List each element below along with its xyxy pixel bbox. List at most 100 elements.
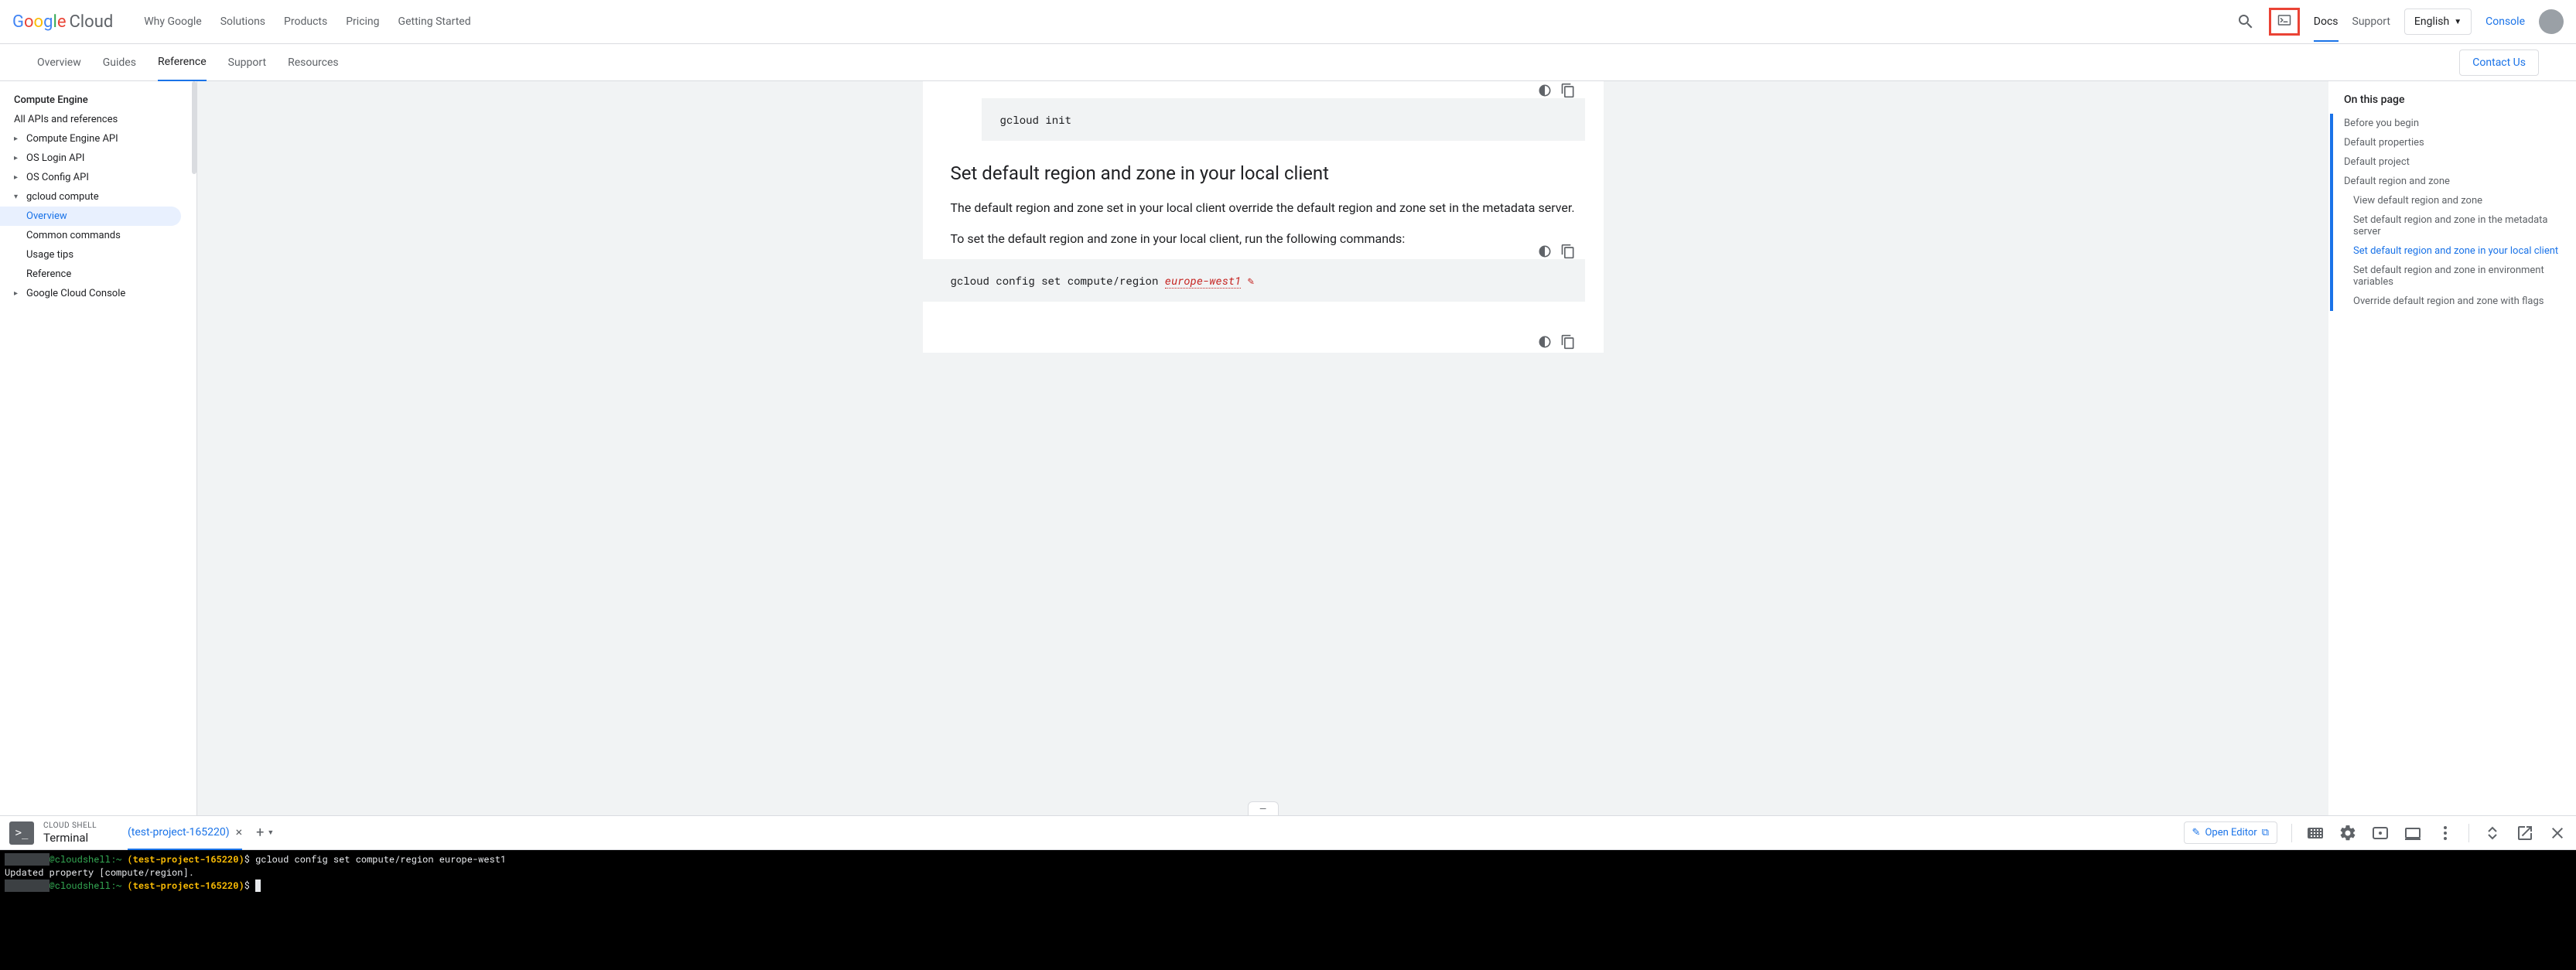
console-link[interactable]: Console <box>2485 15 2525 28</box>
toc-title: On this page <box>2344 94 2561 106</box>
sidebar-os-login-api[interactable]: ▸OS Login API <box>0 149 196 168</box>
sidebar-usage-tips[interactable]: Usage tips <box>0 245 196 265</box>
theme-toggle-icon[interactable] <box>1537 244 1553 259</box>
devices-icon[interactable] <box>2403 824 2422 842</box>
code-text: gcloud init <box>1000 112 1071 127</box>
sidebar-overview[interactable]: Overview <box>0 207 181 226</box>
toc-item[interactable]: Default region and zone <box>2330 172 2561 191</box>
toc-item[interactable]: Before you begin <box>2330 114 2561 133</box>
content-wrap[interactable]: gcloud init Set default region and zone … <box>197 81 2328 815</box>
top-header: Google Cloud Why Google Solutions Produc… <box>0 0 2576 44</box>
section-heading: Set default region and zone in your loca… <box>951 162 1585 184</box>
cloud-shell-title: Terminal <box>43 831 97 845</box>
cloud-shell-panel: >_ CLOUD SHELL Terminal (test-project-16… <box>0 815 2576 970</box>
subnav-reference[interactable]: Reference <box>158 44 207 81</box>
edit-icon[interactable]: ✎ <box>1248 273 1254 288</box>
terminal-output[interactable]: @cloudshell:~ (test-project-165220)$ gcl… <box>0 850 2576 970</box>
caret-down-icon: ▾ <box>14 193 23 201</box>
cloud-shell-toggle-icon[interactable] <box>2269 8 2300 36</box>
paragraph-1: The default region and zone set in your … <box>951 198 1585 218</box>
web-preview-icon[interactable] <box>2371 824 2390 842</box>
sidebar-reference[interactable]: Reference <box>0 265 196 284</box>
open-new-window-icon[interactable] <box>2516 824 2534 842</box>
avatar[interactable] <box>2539 9 2564 34</box>
toc-item[interactable]: View default region and zone <box>2330 191 2561 210</box>
nav-getting-started[interactable]: Getting Started <box>398 15 471 28</box>
add-tab-button[interactable]: + ▼ <box>256 825 274 841</box>
logo-cloud-text: Cloud <box>69 12 113 32</box>
terminal-icon: >_ <box>9 821 34 845</box>
toc-item[interactable]: Set default region and zone in the metad… <box>2330 210 2561 241</box>
code-block-set-region: gcloud config set compute/region europe-… <box>923 259 1585 302</box>
sub-nav: Overview Guides Reference Support Resour… <box>0 44 2576 81</box>
caret-right-icon: ▸ <box>14 154 23 162</box>
article-content: gcloud init Set default region and zone … <box>923 81 1604 353</box>
minimize-icon[interactable] <box>2483 824 2502 842</box>
toc-item[interactable]: Set default region and zone in environme… <box>2330 261 2561 292</box>
separator <box>2291 824 2292 842</box>
code-prefix: gcloud config set compute/region <box>951 273 1165 288</box>
contact-us-button[interactable]: Contact Us <box>2459 50 2539 76</box>
nav-why-google[interactable]: Why Google <box>144 15 201 28</box>
top-nav: Why Google Solutions Products Pricing Ge… <box>144 15 470 28</box>
sidebar-left[interactable]: Compute Engine All APIs and references ▸… <box>0 81 197 815</box>
subnav-resources[interactable]: Resources <box>288 44 339 81</box>
google-cloud-logo[interactable]: Google Cloud <box>12 12 113 32</box>
theme-toggle-icon[interactable] <box>1537 334 1553 350</box>
copy-icon[interactable] <box>1560 83 1576 98</box>
copy-icon[interactable] <box>1560 334 1576 350</box>
close-icon[interactable]: × <box>236 825 243 839</box>
caret-right-icon: ▸ <box>14 135 23 143</box>
code-param[interactable]: europe-west1 <box>1165 273 1242 289</box>
main-area: Compute Engine All APIs and references ▸… <box>0 81 2576 815</box>
subnav-support[interactable]: Support <box>228 44 266 81</box>
caret-right-icon: ▸ <box>14 173 23 182</box>
header-right: Docs Support English ▼ Console <box>2236 8 2564 36</box>
separator <box>2468 824 2469 842</box>
sidebar-gcloud-compute[interactable]: ▾gcloud compute <box>0 187 196 207</box>
terminal-cursor <box>255 879 261 892</box>
language-selector[interactable]: English ▼ <box>2404 9 2472 35</box>
sidebar-google-cloud-console[interactable]: ▸Google Cloud Console <box>0 284 196 303</box>
code-block-gcloud-init: gcloud init <box>982 98 1585 141</box>
toc-item[interactable]: Default properties <box>2330 133 2561 152</box>
plus-icon: + <box>256 825 264 841</box>
sidebar-all-apis[interactable]: All APIs and references <box>0 110 196 129</box>
subnav-overview[interactable]: Overview <box>37 44 81 81</box>
open-editor-label: Open Editor <box>2205 827 2257 839</box>
open-external-icon: ⧉ <box>2262 827 2269 839</box>
gear-icon[interactable] <box>2339 824 2357 842</box>
resize-handle-icon[interactable]: — <box>1248 801 1279 815</box>
cloud-shell-header: >_ CLOUD SHELL Terminal (test-project-16… <box>0 816 2576 850</box>
sidebar-compute-engine[interactable]: Compute Engine <box>0 91 196 110</box>
cloud-shell-overline: CLOUD SHELL <box>43 821 97 831</box>
chevron-down-icon: ▼ <box>2454 18 2462 26</box>
sidebar-os-config-api[interactable]: ▸OS Config API <box>0 168 196 187</box>
support-link[interactable]: Support <box>2352 15 2390 28</box>
open-editor-button[interactable]: ✎ Open Editor ⧉ <box>2184 821 2277 844</box>
language-label: English <box>2414 15 2449 28</box>
nav-products[interactable]: Products <box>284 15 327 28</box>
keyboard-icon[interactable] <box>2306 824 2325 842</box>
caret-right-icon: ▸ <box>14 289 23 298</box>
subnav-guides[interactable]: Guides <box>103 44 136 81</box>
nav-solutions[interactable]: Solutions <box>220 15 265 28</box>
toc-item[interactable]: Override default region and zone with fl… <box>2330 292 2561 311</box>
sidebar-compute-engine-api[interactable]: ▸Compute Engine API <box>0 129 196 149</box>
paragraph-2: To set the default region and zone in yo… <box>951 229 1585 249</box>
sidebar-right-toc: On this page Before you begin Default pr… <box>2328 81 2576 815</box>
toc-item-active[interactable]: Set default region and zone in your loca… <box>2330 241 2561 261</box>
more-vert-icon[interactable] <box>2436 824 2455 842</box>
chevron-down-icon: ▼ <box>267 828 274 837</box>
toc-item[interactable]: Default project <box>2330 152 2561 172</box>
nav-pricing[interactable]: Pricing <box>346 15 379 28</box>
close-icon[interactable] <box>2548 824 2567 842</box>
tab-label: (test-project-165220) <box>128 826 230 839</box>
cloud-shell-tab[interactable]: (test-project-165220) × <box>128 816 242 850</box>
docs-link[interactable]: Docs <box>2314 15 2339 42</box>
copy-icon[interactable] <box>1560 244 1576 259</box>
search-icon[interactable] <box>2236 12 2255 31</box>
sidebar-common-commands[interactable]: Common commands <box>0 226 196 245</box>
theme-toggle-icon[interactable] <box>1537 83 1553 98</box>
pencil-icon: ✎ <box>2192 827 2201 839</box>
